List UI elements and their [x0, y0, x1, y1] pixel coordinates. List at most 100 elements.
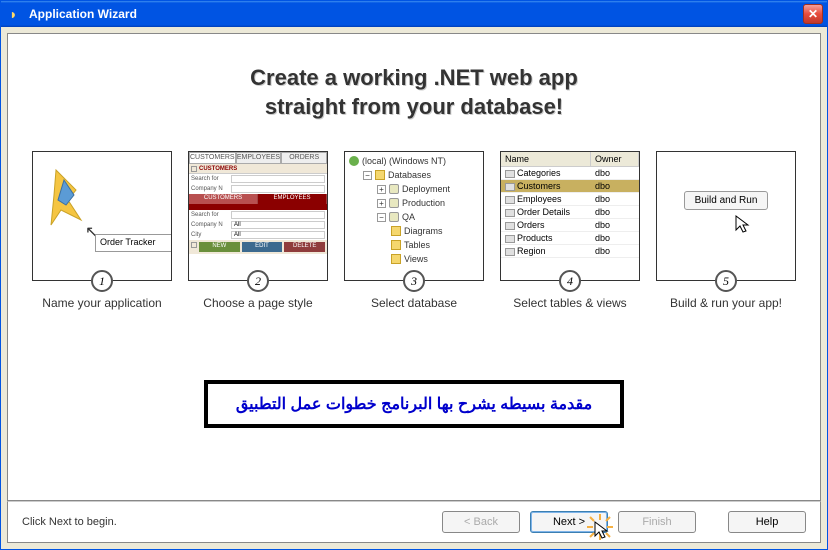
step-1: ↖ Order Tracker 1 Name your application: [28, 151, 176, 310]
cell-owner: dbo: [591, 206, 639, 218]
expand-icon: +: [377, 185, 386, 194]
back-button[interactable]: < Back: [442, 511, 520, 533]
arabic-annotation: مقدمة بسيطه يشرح بها البرنامج خطوات عمل …: [204, 380, 624, 428]
cell-name: Customers: [501, 180, 591, 192]
cell-name: Orders: [501, 219, 591, 231]
cell-owner: dbo: [591, 245, 639, 257]
step-5: Build and Run 5 Build & run your app!: [652, 151, 800, 310]
step2-label: Choose a page style: [203, 296, 312, 310]
mini-input: All: [231, 231, 325, 239]
city-label: City: [191, 232, 229, 238]
mini-edit-btn: EDIT: [242, 242, 283, 252]
cursor-arrow-icon: [734, 214, 754, 239]
app-icon: ◗: [9, 6, 25, 22]
step1-label: Name your application: [42, 296, 161, 310]
collapse-icon: −: [377, 213, 386, 222]
mini-input: All: [231, 221, 325, 229]
search-label: Search for: [191, 176, 229, 182]
database-icon: [389, 184, 399, 194]
cell-owner: dbo: [591, 219, 639, 231]
footer-buttons: < Back Next > Finish Help: [442, 511, 806, 533]
table-icon: [505, 183, 515, 191]
expand-icon: +: [377, 199, 386, 208]
step5-label: Build & run your app!: [670, 296, 782, 310]
red-tab: CUSTOMERS: [189, 194, 258, 204]
company-label: Company N: [191, 186, 229, 192]
step-4: Name Owner CategoriesdboCustomersdboEmpl…: [496, 151, 644, 310]
wizard-footer: Click Next to begin. < Back Next > Finis…: [7, 501, 821, 543]
tree-child: Diagrams: [404, 224, 443, 238]
cell-name: Categories: [501, 167, 591, 179]
cell-name: Order Details: [501, 206, 591, 218]
cell-name: Employees: [501, 193, 591, 205]
step-badge-4: 4: [559, 270, 581, 292]
headline: Create a working .NET web app straight f…: [23, 64, 805, 121]
table-icon: [505, 209, 515, 217]
table-icon: [505, 222, 515, 230]
help-button[interactable]: Help: [728, 511, 806, 533]
company-label: Company N: [191, 222, 229, 228]
titlebar: ◗ Application Wizard ✕: [1, 1, 827, 27]
close-button[interactable]: ✕: [803, 4, 823, 24]
style-tab: EMPLOYEES: [236, 152, 282, 164]
window-title: Application Wizard: [29, 7, 803, 21]
collapse-icon: −: [363, 171, 372, 180]
tree-node: QA: [402, 210, 415, 224]
style-tab: CUSTOMERS: [189, 152, 236, 164]
table-icon: [505, 248, 515, 256]
step3-illustration: (local) (Windows NT) −Databases +Deploym…: [344, 151, 484, 281]
finish-button[interactable]: Finish: [618, 511, 696, 533]
col-name: Name: [501, 152, 591, 166]
step-badge-3: 3: [403, 270, 425, 292]
table-row: Regiondbo: [501, 245, 639, 258]
wizard-window: ◗ Application Wizard ✕ Create a working …: [0, 0, 828, 550]
step4-label: Select tables & views: [513, 296, 626, 310]
close-icon: ✕: [808, 7, 818, 21]
steps-row: ↖ Order Tracker 1 Name your application …: [23, 151, 805, 310]
table-row: Employeesdbo: [501, 193, 639, 206]
step3-label: Select database: [371, 296, 457, 310]
style-tabs: CUSTOMERS EMPLOYEES ORDERS: [189, 152, 327, 164]
next-button[interactable]: Next >: [530, 511, 608, 533]
tree-db: Databases: [388, 168, 431, 182]
red-tab: EMPLOYEES: [258, 194, 327, 204]
tree-child: Tables: [404, 238, 430, 252]
mini-delete-btn: DELETE: [284, 242, 325, 252]
step1-illustration: ↖ Order Tracker: [32, 151, 172, 281]
tree-node: Production: [402, 196, 445, 210]
cell-name: Products: [501, 232, 591, 244]
cursor-highlight-icon: [587, 514, 613, 540]
step4-illustration: Name Owner CategoriesdboCustomersdboEmpl…: [500, 151, 640, 281]
folder-icon: [375, 170, 385, 180]
cell-owner: dbo: [591, 193, 639, 205]
tree-node: Deployment: [402, 182, 450, 196]
step2-illustration: CUSTOMERS EMPLOYEES ORDERS CUSTOMERS Sea…: [188, 151, 328, 281]
server-icon: [349, 156, 359, 166]
content-area: Create a working .NET web app straight f…: [7, 33, 821, 501]
step-3: (local) (Windows NT) −Databases +Deploym…: [340, 151, 488, 310]
tree-child: Views: [404, 252, 428, 266]
table-row: Categoriesdbo: [501, 167, 639, 180]
step-badge-5: 5: [715, 270, 737, 292]
cell-name: Region: [501, 245, 591, 257]
mini-input: [231, 185, 325, 193]
database-icon: [389, 212, 399, 222]
red-tabs: CUSTOMERS EMPLOYEES: [189, 194, 327, 204]
col-owner: Owner: [591, 152, 639, 166]
mini-input: [231, 211, 325, 219]
next-button-label: Next >: [553, 516, 585, 528]
headline-line2: straight from your database!: [23, 93, 805, 122]
mini-new-btn: NEW: [199, 242, 240, 252]
step-badge-1: 1: [91, 270, 113, 292]
cell-owner: dbo: [591, 167, 639, 179]
table-icon: [505, 196, 515, 204]
folder-icon: [391, 226, 401, 236]
table-icon: [505, 235, 515, 243]
checkbox-icon: [191, 242, 197, 248]
checkbox-icon: [191, 166, 197, 172]
table-row: Order Detailsdbo: [501, 206, 639, 219]
cell-owner: dbo: [591, 232, 639, 244]
mini-input: [231, 175, 325, 183]
table-icon: [505, 170, 515, 178]
mini-buttons: NEW EDIT DELETE: [189, 240, 327, 254]
